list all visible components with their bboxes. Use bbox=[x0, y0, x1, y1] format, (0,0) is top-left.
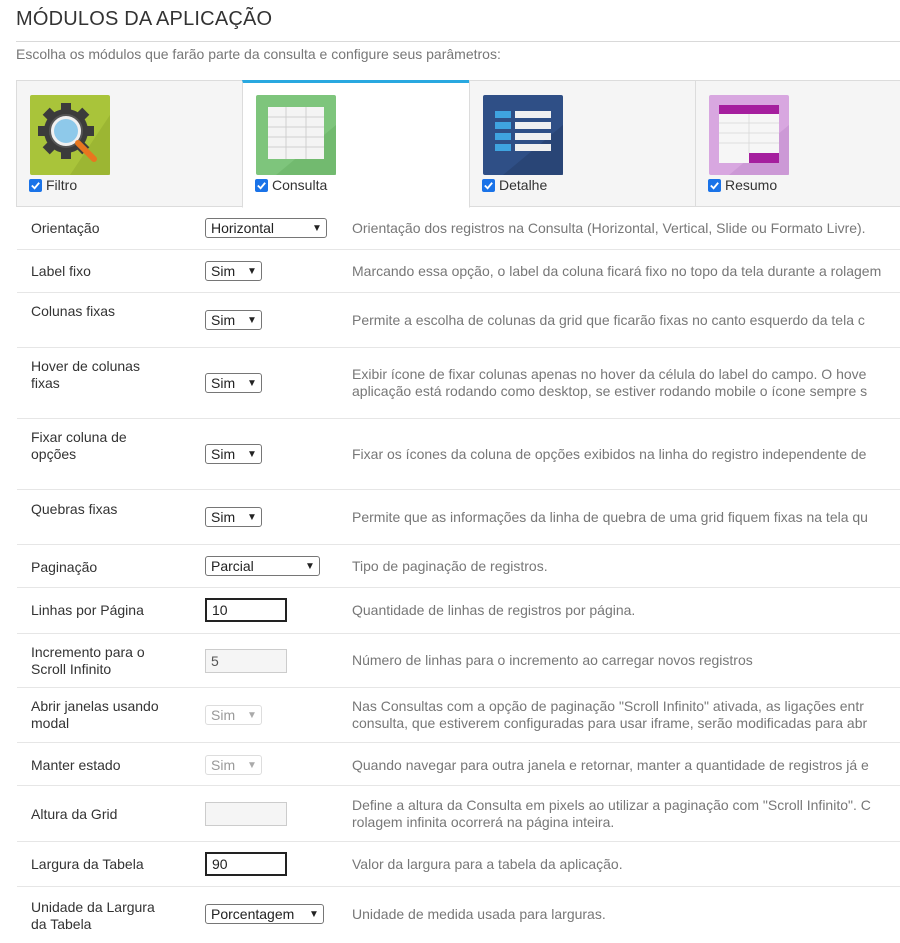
detalhe-checkbox[interactable] bbox=[482, 178, 495, 192]
setting-label: Incremento para o Scroll Infinito bbox=[31, 644, 145, 677]
orientacao-select[interactable]: Horizontal ▼ bbox=[205, 218, 327, 238]
colunas-fixas-select[interactable]: Sim ▼ bbox=[205, 310, 262, 330]
tab-filtro[interactable]: Filtro bbox=[16, 80, 243, 207]
chevron-down-icon: ▼ bbox=[247, 511, 257, 523]
filtro-checkbox[interactable] bbox=[29, 178, 42, 192]
chevron-down-icon: ▼ bbox=[247, 759, 257, 771]
consulta-checkbox[interactable] bbox=[255, 178, 268, 192]
setting-label: Hover de colunas fixas bbox=[31, 358, 140, 391]
setting-label: Label fixo bbox=[31, 263, 91, 279]
detail-list-icon bbox=[483, 95, 563, 175]
setting-description: Quantidade de linhas de registros por pá… bbox=[352, 602, 636, 618]
largura-tabela-input[interactable] bbox=[205, 852, 287, 876]
setting-row-colunas-fixas: Colunas fixas Sim ▼ Permite a escolha de … bbox=[17, 293, 900, 348]
page-title: MÓDULOS DA APLICAÇÃO bbox=[16, 8, 273, 30]
tab-consulta[interactable]: Consulta bbox=[242, 80, 470, 208]
altura-grid-input[interactable] bbox=[205, 802, 287, 826]
setting-row-hover-colunas: Hover de colunas fixas Sim ▼ Exibir ícone … bbox=[17, 348, 900, 419]
setting-label: Unidade da Largura da Tabela bbox=[31, 899, 155, 932]
setting-row-quebras-fixas: Quebras fixas Sim ▼ Permite que as inform… bbox=[17, 490, 900, 545]
setting-description: Marcando essa opção, o label da coluna f… bbox=[352, 263, 882, 279]
setting-label: Paginação bbox=[31, 559, 98, 575]
setting-row-fixar-opcoes: Fixar coluna de opções Sim ▼ Fixar os ícon… bbox=[17, 419, 900, 490]
manter-estado-select[interactable]: Sim ▼ bbox=[205, 755, 262, 775]
setting-row-incremento-scroll: Incremento para oScroll Infinito Número … bbox=[17, 634, 900, 688]
page-subtitle: Escolha os módulos que farão parte da co… bbox=[16, 46, 501, 62]
label-fixo-select[interactable]: Sim ▼ bbox=[205, 261, 262, 281]
setting-description: Valor da largura para a tabela da aplica… bbox=[352, 856, 623, 872]
setting-row-abrir-modal: Abrir janelas usando modal Sim ▼ Nas Consu… bbox=[17, 688, 900, 743]
chevron-down-icon: ▼ bbox=[247, 377, 257, 389]
chevron-down-icon: ▼ bbox=[247, 448, 257, 460]
setting-label: Quebras fixas bbox=[31, 501, 118, 517]
setting-label: Largura da Tabela bbox=[31, 856, 144, 872]
summary-table-icon bbox=[709, 95, 789, 175]
tab-resumo[interactable]: Resumo bbox=[695, 80, 900, 207]
chevron-down-icon: ▼ bbox=[309, 908, 319, 920]
setting-row-orientacao: Orientação Horizontal ▼ Orientação dos re… bbox=[17, 207, 900, 250]
search-gear-icon bbox=[30, 95, 110, 175]
setting-label: Colunas fixas bbox=[31, 303, 116, 319]
abrir-modal-select[interactable]: Sim ▼ bbox=[205, 705, 262, 725]
tab-detalhe[interactable]: Detalhe bbox=[469, 80, 696, 207]
setting-description: Define a altura da Consulta em pixels ao… bbox=[352, 797, 871, 830]
setting-description: Permite que as informações da linha de q… bbox=[352, 509, 868, 525]
setting-description: Nas Consultas com a opção de paginação "… bbox=[352, 698, 868, 731]
chevron-down-icon: ▼ bbox=[312, 222, 322, 234]
tab-resumo-label: Resumo bbox=[725, 177, 778, 193]
setting-label: Fixar coluna de opções bbox=[31, 429, 127, 462]
setting-row-altura-grid: Altura da Grid Define a altura da Consul… bbox=[17, 786, 900, 842]
paginacao-select[interactable]: Parcial ▼ bbox=[205, 556, 320, 576]
module-tabs: Filtro Consulta Detalhe Resumo bbox=[16, 80, 900, 208]
setting-description: Tipo de paginação de registros. bbox=[352, 558, 548, 574]
setting-description: Unidade de medida usada para larguras. bbox=[352, 906, 606, 922]
setting-label: Abrir janelas usando modal bbox=[31, 698, 159, 731]
chevron-down-icon: ▼ bbox=[305, 560, 315, 572]
unidade-largura-select[interactable]: Porcentagem ▼ bbox=[205, 904, 324, 924]
setting-description: Orientação dos registros na Consulta (Ho… bbox=[352, 220, 866, 236]
setting-label: Manter estado bbox=[31, 757, 121, 773]
setting-row-label-fixo: Label fixo Sim ▼ Marcando essa opção, o l… bbox=[17, 250, 900, 293]
setting-description: Exibir ícone de fixar colunas apenas no … bbox=[352, 366, 868, 399]
setting-row-manter-estado: Manter estado Sim ▼ Quando navegar para o… bbox=[17, 743, 900, 786]
setting-row-paginacao: Paginação Parcial ▼ Tipo de paginação de … bbox=[17, 545, 900, 588]
tab-consulta-label: Consulta bbox=[272, 177, 328, 193]
setting-label: Linhas por Página bbox=[31, 602, 144, 618]
title-divider bbox=[16, 41, 900, 42]
quebras-fixas-select[interactable]: Sim ▼ bbox=[205, 507, 262, 527]
setting-description: Número de linhas para o incremento ao ca… bbox=[352, 652, 753, 668]
setting-label: Orientação bbox=[31, 220, 100, 236]
setting-row-unidade-largura: Unidade da Largura da Tabela Porcentagem ▼… bbox=[17, 887, 900, 943]
hover-colunas-select[interactable]: Sim ▼ bbox=[205, 373, 262, 393]
incremento-scroll-input[interactable] bbox=[205, 649, 287, 673]
chevron-down-icon: ▼ bbox=[247, 265, 257, 277]
grid-icon bbox=[256, 95, 336, 175]
linhas-pagina-input[interactable] bbox=[205, 598, 287, 622]
setting-description: Quando navegar para outra janela e retor… bbox=[352, 757, 869, 773]
fixar-opcoes-select[interactable]: Sim ▼ bbox=[205, 444, 262, 464]
setting-row-largura-tabela: Largura da Tabela Valor da largura para … bbox=[17, 842, 900, 887]
setting-row-linhas-pagina: Linhas por Página Quantidade de linhas d… bbox=[17, 588, 900, 634]
resumo-checkbox[interactable] bbox=[708, 178, 721, 192]
setting-description: Permite a escolha de colunas da grid que… bbox=[352, 312, 865, 328]
setting-description: Fixar os ícones da coluna de opções exib… bbox=[352, 446, 867, 462]
tab-detalhe-label: Detalhe bbox=[499, 177, 548, 193]
chevron-down-icon: ▼ bbox=[247, 709, 257, 721]
tab-filtro-label: Filtro bbox=[46, 177, 78, 193]
chevron-down-icon: ▼ bbox=[247, 314, 257, 326]
setting-label: Altura da Grid bbox=[31, 806, 118, 822]
